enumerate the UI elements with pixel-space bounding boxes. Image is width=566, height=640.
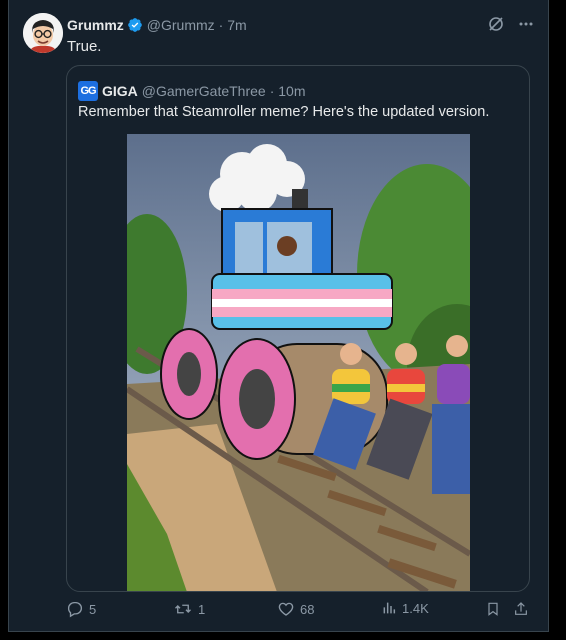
quoted-author-handle[interactable]: @GamerGateThree	[142, 83, 266, 99]
more-options-icon[interactable]	[518, 16, 534, 32]
like-button[interactable]: 68	[277, 600, 314, 618]
views-count: 1.4K	[402, 600, 429, 616]
repost-button[interactable]: 1	[173, 600, 205, 618]
bookmark-button[interactable]	[485, 600, 501, 618]
author-name[interactable]: Grummz	[67, 17, 124, 33]
verified-badge-icon	[127, 18, 142, 32]
steamroller-meme-image[interactable]	[127, 134, 470, 592]
quoted-post-text: Remember that Steamroller meme? Here's t…	[78, 104, 490, 120]
repost-count: 1	[198, 601, 206, 617]
quoted-author-avatar[interactable]: GG	[78, 81, 98, 101]
heart-icon	[278, 602, 294, 616]
post-header: Grummz @Grummz · 7m	[67, 17, 247, 33]
quoted-post[interactable]: GG GIGA @GamerGateThree · 10m Remember t…	[66, 65, 530, 592]
bookmark-icon	[488, 602, 498, 616]
grok-icon[interactable]	[488, 16, 504, 32]
author-handle[interactable]: @Grummz	[147, 17, 215, 33]
views-button[interactable]: 1.4K	[381, 600, 429, 616]
like-count: 68	[300, 601, 315, 617]
action-bar: 5 1 68 1.4K	[9, 600, 550, 624]
share-icon	[515, 602, 527, 615]
reply-button[interactable]: 5	[66, 600, 96, 618]
top-actions	[488, 16, 534, 32]
tweet-card[interactable]: Grummz @Grummz · 7m True. GG GIGA @Gamer…	[8, 0, 549, 632]
share-button[interactable]	[513, 600, 529, 618]
reply-icon	[67, 601, 83, 618]
quoted-post-header: GG GIGA @GamerGateThree · 10m	[78, 81, 306, 101]
post-text: True.	[67, 38, 102, 55]
post-time[interactable]: · 7m	[219, 17, 247, 33]
avatar[interactable]	[23, 13, 63, 53]
quoted-post-time[interactable]: · 10m	[270, 83, 306, 99]
views-icon	[383, 602, 396, 614]
repost-icon	[175, 604, 191, 614]
quoted-author-name[interactable]: GIGA	[102, 83, 138, 99]
reply-count: 5	[89, 601, 97, 617]
